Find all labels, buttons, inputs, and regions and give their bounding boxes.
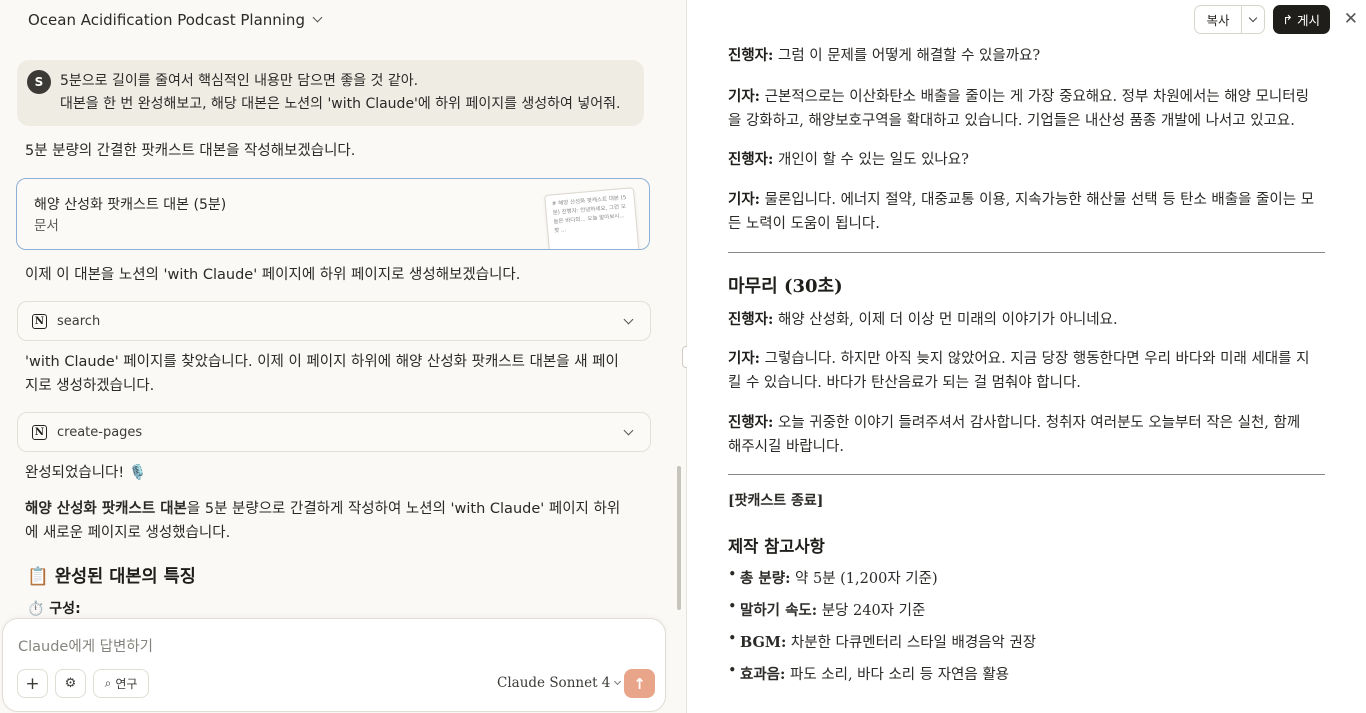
summary-line: 에 새로운 페이지로 생성했습니다. [25,525,231,541]
divider [728,474,1325,475]
model-name: Claude Sonnet 4 [497,675,611,691]
note-key: 효과음: [740,666,786,683]
assistant-summary: 해양 산성화 팟캐스트 대본을 5분 분량으로 간결하게 작성하여 노션의 'w… [25,497,625,545]
chevron-down-icon [614,677,622,686]
search-icon: ⌕ [104,676,112,690]
section-heading: 마무리 (30초) [728,276,843,297]
composer-input[interactable]: Claude에게 답변하기 [18,635,153,656]
chevron-down-icon[interactable] [623,425,634,436]
script-line: 진행자: 해양 산성화, 이제 더 이상 먼 미래의 이야기가 아니네요. [728,308,1325,332]
list-item: 총 분량: 약 5분 (1,200자 기준) [728,567,938,588]
copy-button[interactable]: 복사 [1194,5,1242,34]
avatar: S [27,70,51,94]
summary-bold: 해양 산성화 팟캐스트 대본 [25,501,187,517]
notion-icon: N [32,313,47,329]
user-message-line: 5분으로 길이를 줄여서 핵심적인 내용만 담으면 좋을 것 같아. [60,73,419,89]
conversation-title[interactable]: Ocean Acidification Podcast Planning [28,11,305,29]
tools-button[interactable]: ⚙ [55,669,86,698]
artifact-card[interactable]: 해양 산성화 팟캐스트 대본 (5분) 문서 # 해양 산성화 팟캐스트 대본 … [16,178,650,250]
user-message: S 5분으로 길이를 줄여서 핵심적인 내용만 담으면 좋을 것 같아. 대본을… [17,60,644,126]
line-text: 오늘 귀중한 이야기 들려주셔서 감사합니다. 청취자 여러분도 오늘부터 작은… [773,415,1301,431]
line-text: 물론입니다. 에너지 절약, 대중교통 이용, 지속가능한 해산물 선택 등 탄… [760,192,1315,208]
document-pane: 복사 ↱ 게시 ✕ 진행자: 그럼 이 문제를 어떻게 해결할 수 있을까요? … [687,0,1366,713]
tool-call-create-pages[interactable]: N create-pages [17,412,651,452]
note-key: BGM: [740,634,787,651]
note-key: 총 분량: [740,570,791,587]
research-button[interactable]: ⌕ 연구 [93,669,149,698]
user-message-line: 대본을 한 번 완성해보고, 해당 대본은 노션의 'with Claude'에… [60,96,621,112]
note-value: 약 5분 (1,200자 기준) [790,571,938,587]
line-text: 근본적으로는 이산화탄소 배출을 줄이는 게 가장 중요해요. 정부 차원에서는… [760,89,1309,105]
chevron-down-icon[interactable] [312,12,323,22]
assistant-text: 이제 이 대본을 노션의 'with Claude' 페이지에 하위 페이지로 … [25,267,521,283]
chat-pane: Ocean Acidification Podcast Planning S 5… [0,0,686,713]
send-button[interactable]: ↑ [624,669,655,698]
line-text: 그렇습니다. 하지만 아직 늦지 않았어요. 지금 당장 행동한다면 우리 바다… [760,351,1310,367]
research-label: 연구 [115,677,138,691]
script-line: 진행자: 개인이 할 수 있는 일도 있나요? [728,148,1325,172]
speaker-label: 기자: [728,350,761,367]
line-text: 해양 산성화, 이제 더 이상 먼 미래의 이야기가 아니네요. [773,312,1118,328]
notion-icon: N [32,424,47,440]
summary-text: 을 5분 분량으로 간결하게 작성하여 노션의 'with Claude' 페이… [186,501,621,517]
document-actions: 복사 ↱ 게시 [1194,5,1330,34]
list-item: BGM: 차분한 다큐멘터리 스타일 배경음악 권장 [728,631,1037,652]
speaker-label: 진행자: [728,151,774,168]
artifact-thumbnail: # 해양 산성화 팟캐스트 대본 (5분) 진행자: 안녕하세요, 그런 오늘은… [544,187,640,249]
tool-call-search[interactable]: N search [17,301,651,341]
line-text: 그럼 이 문제를 어떻게 해결할 수 있을까요? [773,48,1041,64]
speaker-label: 진행자: [728,47,774,64]
list-item: 효과음: 파도 소리, 바다 소리 등 자연음 활용 [728,663,1010,684]
list-item: 말하기 속도: 분당 240자 기준 [728,599,926,620]
message-composer[interactable]: Claude에게 답변하기 + ⚙ ⌕ 연구 Claude Sonnet 4 ↑ [2,618,666,712]
script-line: 진행자: 오늘 귀중한 이야기 들려주셔서 감사합니다. 청취자 여러분도 오늘… [728,411,1325,459]
script-line: 기자: 근본적으로는 이산화탄소 배출을 줄이는 게 가장 중요해요. 정부 차… [728,85,1325,133]
notes-heading: 제작 참고사항 [728,537,825,556]
line-text: 킬 수 있습니다. 바다가 탄산음료가 되는 걸 멈춰야 합니다. [728,375,1081,391]
script-line: 진행자: 그럼 이 문제를 어떻게 해결할 수 있을까요? [728,44,1325,68]
assistant-text: 5분 분량의 간결한 팟캐스트 대본을 작성해보겠습니다. [25,143,356,159]
publish-button[interactable]: ↱ 게시 [1272,5,1330,34]
line-text: 해주시길 바랍니다. [728,439,844,455]
tool-label: search [57,313,101,329]
tool-label: create-pages [57,424,143,440]
end-marker: [팟캐스트 종료] [728,493,824,509]
add-button[interactable]: + [17,669,48,698]
script-line: 기자: 물론입니다. 에너지 절약, 대중교통 이용, 지속가능한 해산물 선택… [728,188,1325,236]
line-text: 개인이 할 수 있는 일도 있나요? [773,152,969,168]
conversation-header[interactable]: Ocean Acidification Podcast Planning [0,0,686,40]
chevron-down-icon[interactable] [623,314,634,325]
note-key: 말하기 속도: [740,602,818,619]
line-text: 을 강화하고, 해양보호구역을 확대하고 있습니다. 기업들은 내산성 품종 개… [728,113,1295,129]
model-selector[interactable]: Claude Sonnet 4 [497,675,622,691]
speaker-label: 기자: [728,191,761,208]
speaker-label: 진행자: [728,414,774,431]
assistant-text: 완성되었습니다! 🎙️ [25,465,147,481]
publish-label: 게시 [1296,13,1320,28]
speaker-label: 진행자: [728,311,774,328]
note-value: 차분한 다큐멘터리 스타일 배경음악 권장 [786,635,1037,651]
note-value: 분당 240자 기준 [817,603,926,619]
section-heading: 📋 완성된 대본의 특징 [27,567,196,587]
share-arrow-icon: ↱ [1282,12,1293,27]
close-icon[interactable]: ✕ [1344,9,1358,29]
note-value: 파도 소리, 바다 소리 등 자연음 활용 [785,667,1010,683]
divider [728,252,1325,253]
artifact-type: 문서 [34,218,59,234]
speaker-label: 기자: [728,88,761,105]
script-line: 기자: 그렇습니다. 하지만 아직 늦지 않았어요. 지금 당장 행동한다면 우… [728,347,1325,395]
sub-heading: ⏱️ 구성: [27,601,81,617]
artifact-title: 해양 산성화 팟캐스트 대본 (5분) [34,197,227,213]
line-text: 든 노력이 도움이 됩니다. [728,216,880,232]
assistant-text-line: 'with Claude' 페이지를 찾았습니다. 이제 이 페이지 하위에 해… [25,354,619,370]
assistant-text: 'with Claude' 페이지를 찾았습니다. 이제 이 페이지 하위에 해… [25,350,625,398]
assistant-text-line: 지로 생성하겠습니다. [25,378,155,394]
scrollbar[interactable] [677,466,681,610]
copy-options-button[interactable] [1241,5,1265,34]
